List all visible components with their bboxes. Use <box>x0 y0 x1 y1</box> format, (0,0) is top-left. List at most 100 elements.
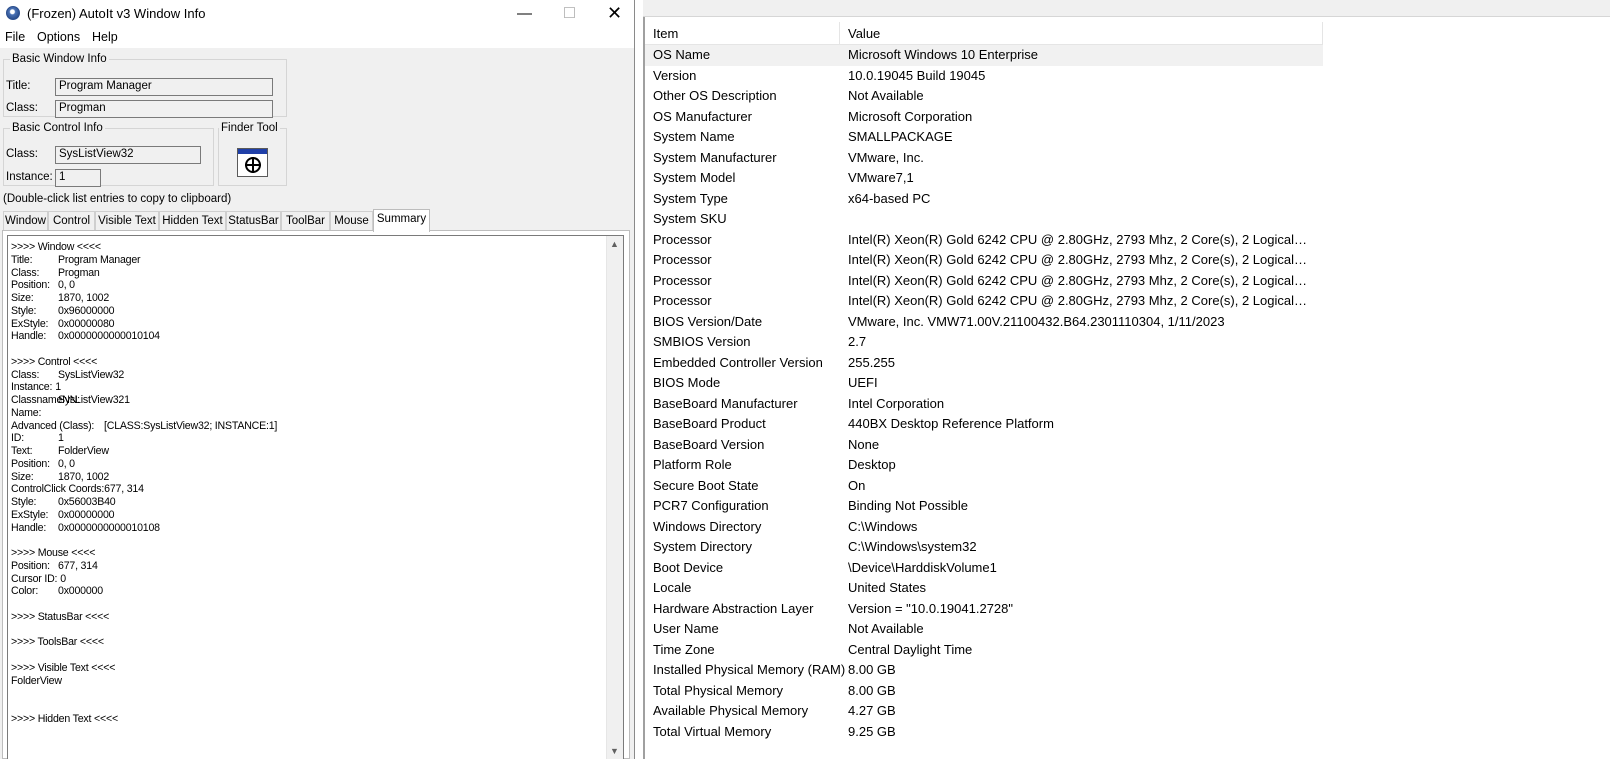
table-row[interactable]: BIOS Version/Date VMware, Inc. VMW71.00V.… <box>645 312 1610 333</box>
table-row[interactable]: BIOS Mode UEFI <box>645 373 1610 394</box>
summary-line: Title: Program Manager <box>11 253 141 266</box>
row-item-name: Total Physical Memory <box>653 682 784 698</box>
summary-line <box>11 624 606 637</box>
tab-window[interactable]: Window <box>3 211 48 231</box>
summary-line <box>11 534 606 547</box>
tab-strip: Window Control Visible Text Hidden Text … <box>2 209 630 232</box>
table-row[interactable]: Processor Intel(R) Xeon(R) Gold 6242 CPU … <box>645 271 1610 292</box>
row-item-name: Processor <box>653 231 712 247</box>
autoit-app-icon <box>6 6 20 20</box>
table-row[interactable]: System Directory C:\Windows\system32 <box>645 537 1610 558</box>
row-item-value: 10.0.19045 Build 19045 <box>848 67 986 83</box>
table-row[interactable]: Windows Directory C:\Windows <box>645 517 1610 538</box>
summary-line: >>>> Mouse <<<< <box>11 547 96 559</box>
summary-line <box>11 700 606 713</box>
row-item-value: Central Daylight Time <box>848 641 973 657</box>
table-row[interactable]: BaseBoard Version None <box>645 435 1610 456</box>
system-information-window: Item Value OS Name Microsoft Windows 10 E… <box>643 0 1610 759</box>
row-item-name: Locale <box>653 580 692 595</box>
table-row[interactable]: System Name SMALLPACKAGE <box>645 127 1610 148</box>
tab-statusbar[interactable]: StatusBar <box>226 211 281 231</box>
tab-mouse[interactable]: Mouse <box>330 211 373 231</box>
title-bar[interactable]: (Frozen) AutoIt v3 Window Info — ☐ ✕ <box>0 0 634 27</box>
tab-control[interactable]: Control <box>48 211 95 231</box>
table-row[interactable]: Locale United States <box>645 578 1610 599</box>
summary-line: >>>> Window <<<< <box>11 241 101 253</box>
summary-line: Size: 1870, 1002 <box>11 470 110 483</box>
table-row[interactable]: BaseBoard Manufacturer Intel Corporation <box>645 394 1610 415</box>
table-row[interactable]: Installed Physical Memory (RAM) 8.00 GB <box>645 660 1610 681</box>
summary-line: Size: 1870, 1002 <box>11 292 110 304</box>
class-field[interactable]: Progman <box>55 100 273 118</box>
row-item-value: Intel(R) Xeon(R) Gold 6242 CPU @ 2.80GHz… <box>848 293 1308 308</box>
row-item-name: PCR7 Configuration <box>653 498 769 513</box>
summary-line: Position: 677, 314 <box>11 559 98 572</box>
table-row[interactable]: Time Zone Central Daylight Time <box>645 640 1610 661</box>
table-row[interactable]: System SKU <box>645 209 1610 230</box>
instance-field[interactable]: 1 <box>55 169 101 187</box>
row-item-value: On <box>848 477 866 493</box>
menu-bar: File Options Help <box>0 27 634 48</box>
summary-line: >>>> Control <<<< <box>11 355 98 368</box>
clipboard-hint: (Double-click list entries to copy to cl… <box>3 193 232 205</box>
table-row[interactable]: SMBIOS Version 2.7 <box>645 332 1610 353</box>
row-item-name: Platform Role <box>653 457 732 472</box>
table-row[interactable]: Other OS Description Not Available <box>645 86 1610 107</box>
table-row[interactable]: User Name Not Available <box>645 619 1610 640</box>
finder-tool-crosshair-icon[interactable] <box>237 148 268 177</box>
window-title: (Frozen) AutoIt v3 Window Info <box>27 6 206 21</box>
row-item-value: UEFI <box>848 375 878 390</box>
tab-toolbar[interactable]: ToolBar <box>281 211 330 231</box>
table-row[interactable]: Processor Intel(R) Xeon(R) Gold 6242 CPU … <box>645 250 1610 271</box>
class-label: Class: <box>6 102 38 114</box>
table-row[interactable]: System Type x64-based PC <box>645 189 1610 210</box>
table-row[interactable]: Processor Intel(R) Xeon(R) Gold 6242 CPU … <box>645 291 1610 312</box>
menu-help[interactable]: Help <box>92 30 118 44</box>
basic-control-info-group: Basic Control Info Class: SysListView32 … <box>3 122 214 187</box>
table-row[interactable]: System Manufacturer VMware, Inc. <box>645 148 1610 169</box>
table-row[interactable]: BaseBoard Product 440BX Desktop Reference… <box>645 414 1610 435</box>
tab-summary[interactable]: Summary <box>373 209 430 232</box>
row-item-name: SMBIOS Version <box>653 334 751 349</box>
tab-visible-text[interactable]: Visible Text <box>95 211 159 231</box>
column-header-value[interactable]: Value <box>840 22 1323 45</box>
table-row[interactable]: Total Physical Memory 8.00 GB <box>645 681 1610 702</box>
table-row[interactable]: Available Physical Memory 4.27 GB <box>645 701 1610 722</box>
scroll-down-icon[interactable]: ▼ <box>610 746 619 756</box>
row-item-name: Processor <box>653 293 712 308</box>
title-field[interactable]: Program Manager <box>55 78 273 96</box>
minimize-button[interactable]: — <box>502 0 547 27</box>
table-row[interactable]: PCR7 Configuration Binding Not Possible <box>645 496 1610 517</box>
table-row[interactable]: Processor Intel(R) Xeon(R) Gold 6242 CPU … <box>645 230 1610 251</box>
table-row[interactable]: Embedded Controller Version 255.255 <box>645 353 1610 374</box>
tab-hidden-text[interactable]: Hidden Text <box>159 211 226 231</box>
close-button[interactable]: ✕ <box>592 0 634 27</box>
finder-tool-group: Finder Tool <box>218 122 287 186</box>
row-item-value: 255.255 <box>848 354 895 370</box>
table-row[interactable]: Platform Role Desktop <box>645 455 1610 476</box>
table-row[interactable]: Hardware Abstraction Layer Version = "10.… <box>645 599 1610 620</box>
table-row[interactable]: Total Virtual Memory 9.25 GB <box>645 722 1610 743</box>
summary-vertical-scrollbar[interactable]: ▲ ▼ <box>606 236 623 759</box>
table-row[interactable]: Boot Device \Device\HarddiskVolume1 <box>645 558 1610 579</box>
summary-line: >>>> Visible Text <<<< <box>11 661 116 674</box>
row-item-name: Version <box>653 67 697 83</box>
summary-line <box>11 687 606 700</box>
summary-textarea[interactable]: >>>> Window <<<< Title: Program Manager Cla… <box>7 235 624 759</box>
menu-options[interactable]: Options <box>37 30 80 44</box>
table-row[interactable]: OS Name Microsoft Windows 10 Enterprise <box>645 45 1323 66</box>
table-row[interactable]: Secure Boot State On <box>645 476 1610 497</box>
row-item-name: Processor <box>653 272 712 288</box>
summary-panel: >>>> Window <<<< Title: Program Manager Cla… <box>2 230 630 759</box>
scroll-up-icon[interactable]: ▲ <box>610 239 619 249</box>
row-item-name: User Name <box>653 621 719 636</box>
table-row[interactable]: Version 10.0.19045 Build 19045 <box>645 66 1610 87</box>
maximize-button[interactable]: ☐ <box>547 0 592 27</box>
menu-file[interactable]: File <box>5 30 25 44</box>
row-item-value: United States <box>848 580 927 595</box>
column-header-item[interactable]: Item <box>645 22 840 45</box>
row-item-value: Version = "10.0.19041.2728" <box>848 600 1014 616</box>
table-row[interactable]: System Model VMware7,1 <box>645 168 1610 189</box>
control-class-field[interactable]: SysListView32 <box>55 146 201 164</box>
table-row[interactable]: OS Manufacturer Microsoft Corporation <box>645 107 1610 128</box>
